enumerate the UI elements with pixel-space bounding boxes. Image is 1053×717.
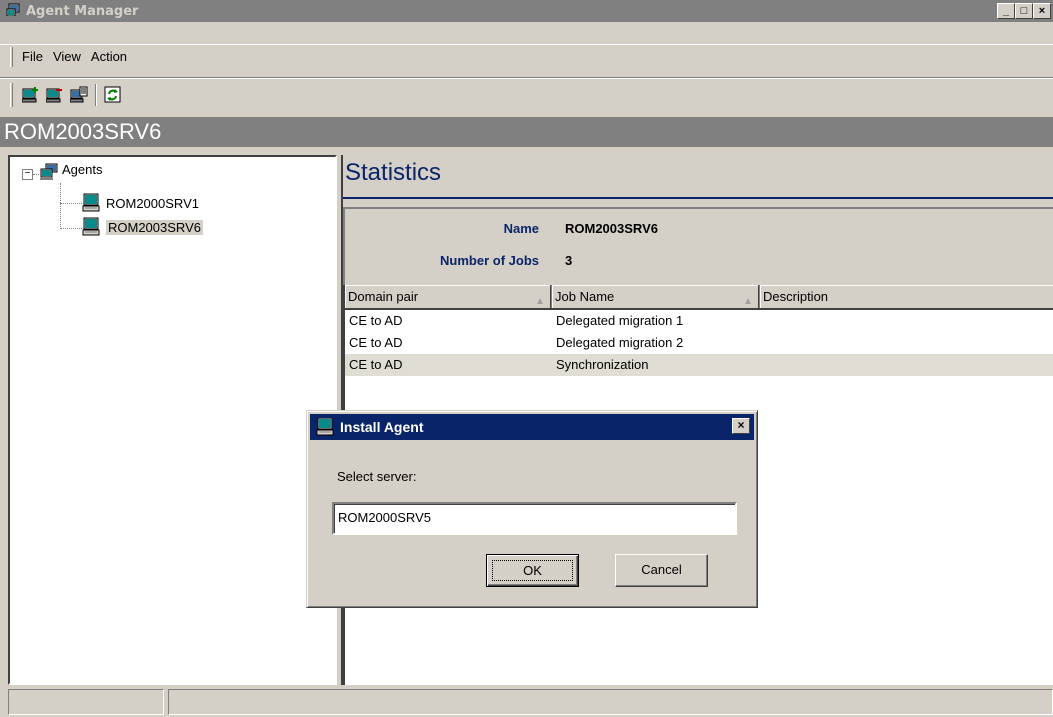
tree-collapse-toggle[interactable]: −: [22, 169, 33, 180]
dialog-titlebar[interactable]: Install Agent ×: [310, 414, 754, 440]
toolbar-grip[interactable]: [10, 82, 13, 107]
install-agent-dialog: Install Agent × Select server: ROM2000SR…: [306, 410, 758, 608]
server-name-input[interactable]: ROM2000SRV5: [332, 502, 737, 535]
tree-connector: [60, 203, 82, 204]
menu-bar: File View Action: [0, 44, 1053, 68]
toolbar: [0, 77, 1053, 111]
tree-node-rom2003srv6[interactable]: ROM2003SRV6: [82, 217, 203, 237]
close-button[interactable]: ×: [1033, 3, 1051, 19]
refresh-button[interactable]: [101, 83, 125, 107]
status-panel: [168, 689, 1053, 715]
menu-view[interactable]: View: [48, 49, 86, 64]
tree-connector: [33, 174, 39, 175]
tree-node-label: ROM2003SRV6: [106, 219, 203, 235]
maximize-button[interactable]: □: [1015, 3, 1033, 19]
cell-description: [760, 310, 1053, 332]
menu-action[interactable]: Action: [86, 49, 132, 64]
cell-domain-pair: CE to AD: [349, 357, 403, 372]
minimize-button[interactable]: _: [997, 3, 1015, 19]
cell-description: [760, 332, 1053, 354]
status-bar: [0, 687, 1053, 717]
agents-group-icon: [40, 163, 58, 180]
ok-button-label: OK: [492, 560, 573, 581]
install-agent-button[interactable]: [19, 83, 43, 107]
tree-node-label: ROM2000SRV1: [106, 195, 199, 211]
cancel-button[interactable]: Cancel: [615, 554, 708, 587]
remove-agent-icon: [46, 88, 62, 102]
table-row[interactable]: CE to AD Delegated migration 1: [345, 310, 1053, 332]
tree-node-agents[interactable]: Agents: [40, 161, 103, 181]
dialog-title: Install Agent: [340, 419, 424, 435]
dialog-close-button[interactable]: ×: [732, 418, 750, 434]
column-header-label: Description: [763, 289, 829, 304]
selected-server-header: ROM2003SRV6: [0, 117, 1053, 147]
jobs-list-header: Domain pair ▲ Job Name ▲ Description: [345, 285, 1053, 310]
tree-node-label: Agents: [62, 161, 103, 177]
ok-button[interactable]: OK: [486, 554, 579, 587]
properties-icon: [70, 86, 88, 102]
name-value: ROM2003SRV6: [565, 221, 658, 236]
heading-divider: [343, 197, 1053, 199]
column-header-job-name[interactable]: Job Name ▲: [552, 285, 760, 308]
window-title: Agent Manager: [26, 3, 139, 19]
tree-connector: [60, 183, 61, 229]
select-server-label: Select server:: [337, 469, 417, 484]
agent-manager-app-icon: [6, 3, 20, 18]
install-agent-icon: [22, 86, 38, 102]
remove-agent-button[interactable]: [43, 83, 67, 107]
menu-grip[interactable]: [10, 46, 13, 67]
number-of-jobs-value: 3: [565, 253, 573, 268]
statistics-heading: Statistics: [345, 159, 442, 186]
cell-domain-pair: CE to AD: [349, 335, 403, 350]
cell-job-name: Synchronization: [556, 357, 649, 372]
column-header-label: Job Name: [555, 289, 615, 304]
name-label: Name: [503, 221, 539, 236]
menu-file[interactable]: File: [17, 49, 48, 64]
status-panel: [8, 689, 164, 715]
tree-connector: [60, 228, 82, 229]
properties-button[interactable]: [67, 83, 91, 107]
refresh-icon: [104, 86, 121, 102]
column-header-domain-pair[interactable]: Domain pair ▲: [345, 285, 552, 308]
agents-tree[interactable]: − Agents ROM2000SRV1 ROM2003SRV6: [8, 155, 337, 685]
sort-arrow-icon: ▲: [535, 296, 545, 307]
window-titlebar[interactable]: Agent Manager _ □ ×: [0, 0, 1053, 22]
number-of-jobs-label: Number of Jobs: [440, 253, 539, 268]
agent-computer-icon: [82, 193, 100, 212]
cell-job-name: Delegated migration 1: [556, 313, 684, 328]
computer-icon: [316, 418, 334, 436]
column-header-description[interactable]: Description: [760, 285, 1053, 308]
tree-node-rom2000srv1[interactable]: ROM2000SRV1: [82, 193, 199, 213]
cell-domain-pair: CE to AD: [349, 313, 403, 328]
column-header-label: Domain pair: [348, 289, 419, 304]
cell-description: [760, 354, 1053, 376]
agent-computer-icon: [82, 217, 100, 236]
statistics-summary: Name ROM2003SRV6 Number of Jobs 3: [343, 207, 1053, 285]
sort-arrow-icon: ▲: [743, 296, 753, 307]
toolbar-separator: [95, 83, 97, 106]
cell-job-name: Delegated migration 2: [556, 335, 684, 350]
table-row[interactable]: CE to AD Synchronization: [345, 354, 1053, 376]
table-row[interactable]: CE to AD Delegated migration 2: [345, 332, 1053, 354]
